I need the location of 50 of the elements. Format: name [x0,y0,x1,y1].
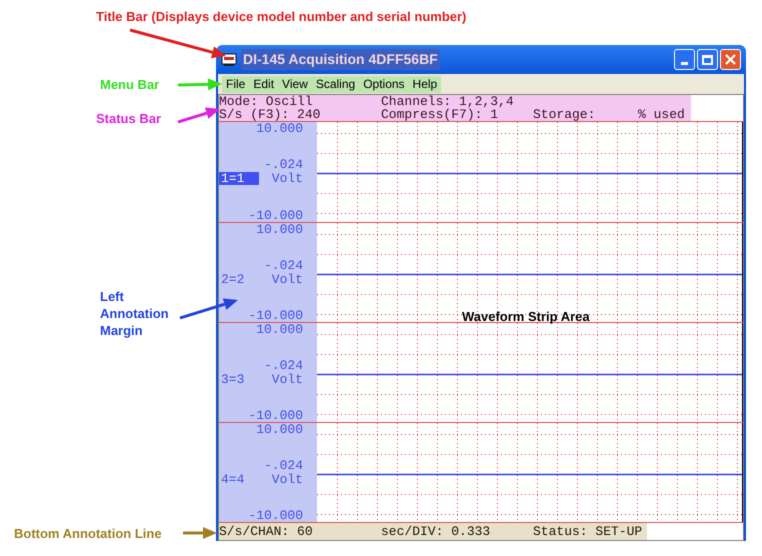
unit-label: Volt [272,172,303,185]
scale-max: 10.000 [256,122,303,135]
status-text: Channels: 1,2,3,4 [381,95,515,108]
channel-label[interactable]: 4=4 [219,473,259,486]
annotation-arrow [183,527,217,539]
menu-item[interactable]: File [222,76,250,92]
channel-label[interactable]: 2=2 [219,273,259,286]
channel-label[interactable]: 1=1 [219,172,259,185]
maximize-button[interactable] [697,49,718,70]
menu-item[interactable]: Scaling [312,76,360,92]
app-icon [221,52,237,66]
scale-max: 10.000 [256,323,303,336]
scale-max: 10.000 [256,423,303,436]
annotation-arrow [178,107,220,124]
close-icon [725,54,736,65]
menu-item[interactable]: Help [408,76,442,92]
annotation-label: Waveform Strip Area [462,308,591,325]
status-text: Compress(F7): 1 [381,108,498,121]
scale-mid: -.024 [264,459,303,472]
annotation-arrow [178,78,222,90]
status-text: S/s (F3): 240 [219,108,322,121]
annotation-label: Menu Bar [100,76,160,93]
annotation-label: Bottom Annotation Line [14,525,163,542]
close-button[interactable] [720,49,741,70]
scale-min: -10.000 [248,409,303,422]
status-text: % used [638,108,686,121]
menu-item[interactable]: View [278,76,312,92]
annotation-label: Title Bar (Displays device model number and serial number) [96,8,468,25]
scale-mid: -.024 [264,158,303,171]
scale-min: -10.000 [248,509,303,522]
status-text: Mode: Oscill [219,95,314,108]
annotation-label: Left Annotation Margin [100,288,170,339]
scale-min: -10.000 [248,309,303,322]
annotation-arrow [180,298,238,320]
channel-label[interactable]: 3=3 [219,373,259,386]
scale-max: 10.000 [256,223,303,236]
window-title: DI-145 Acquisition 4DFF56BF [241,49,440,70]
unit-label: Volt [272,373,303,386]
unit-label: Volt [272,273,303,286]
status-text: Storage: [533,108,596,121]
scale-mid: -.024 [264,259,303,272]
menu-item[interactable]: Options [359,76,409,92]
minimize-button[interactable] [674,49,695,70]
menu-item[interactable]: Edit [249,76,278,92]
unit-label: Volt [272,473,303,486]
bottom-text: S/s/CHAN: 60 [219,523,314,540]
scale-mid: -.024 [264,359,303,372]
scale-min: -10.000 [248,209,303,222]
annotation-label: Status Bar [96,110,162,127]
bottom-text: sec/DIV: 0.333 [381,523,492,540]
